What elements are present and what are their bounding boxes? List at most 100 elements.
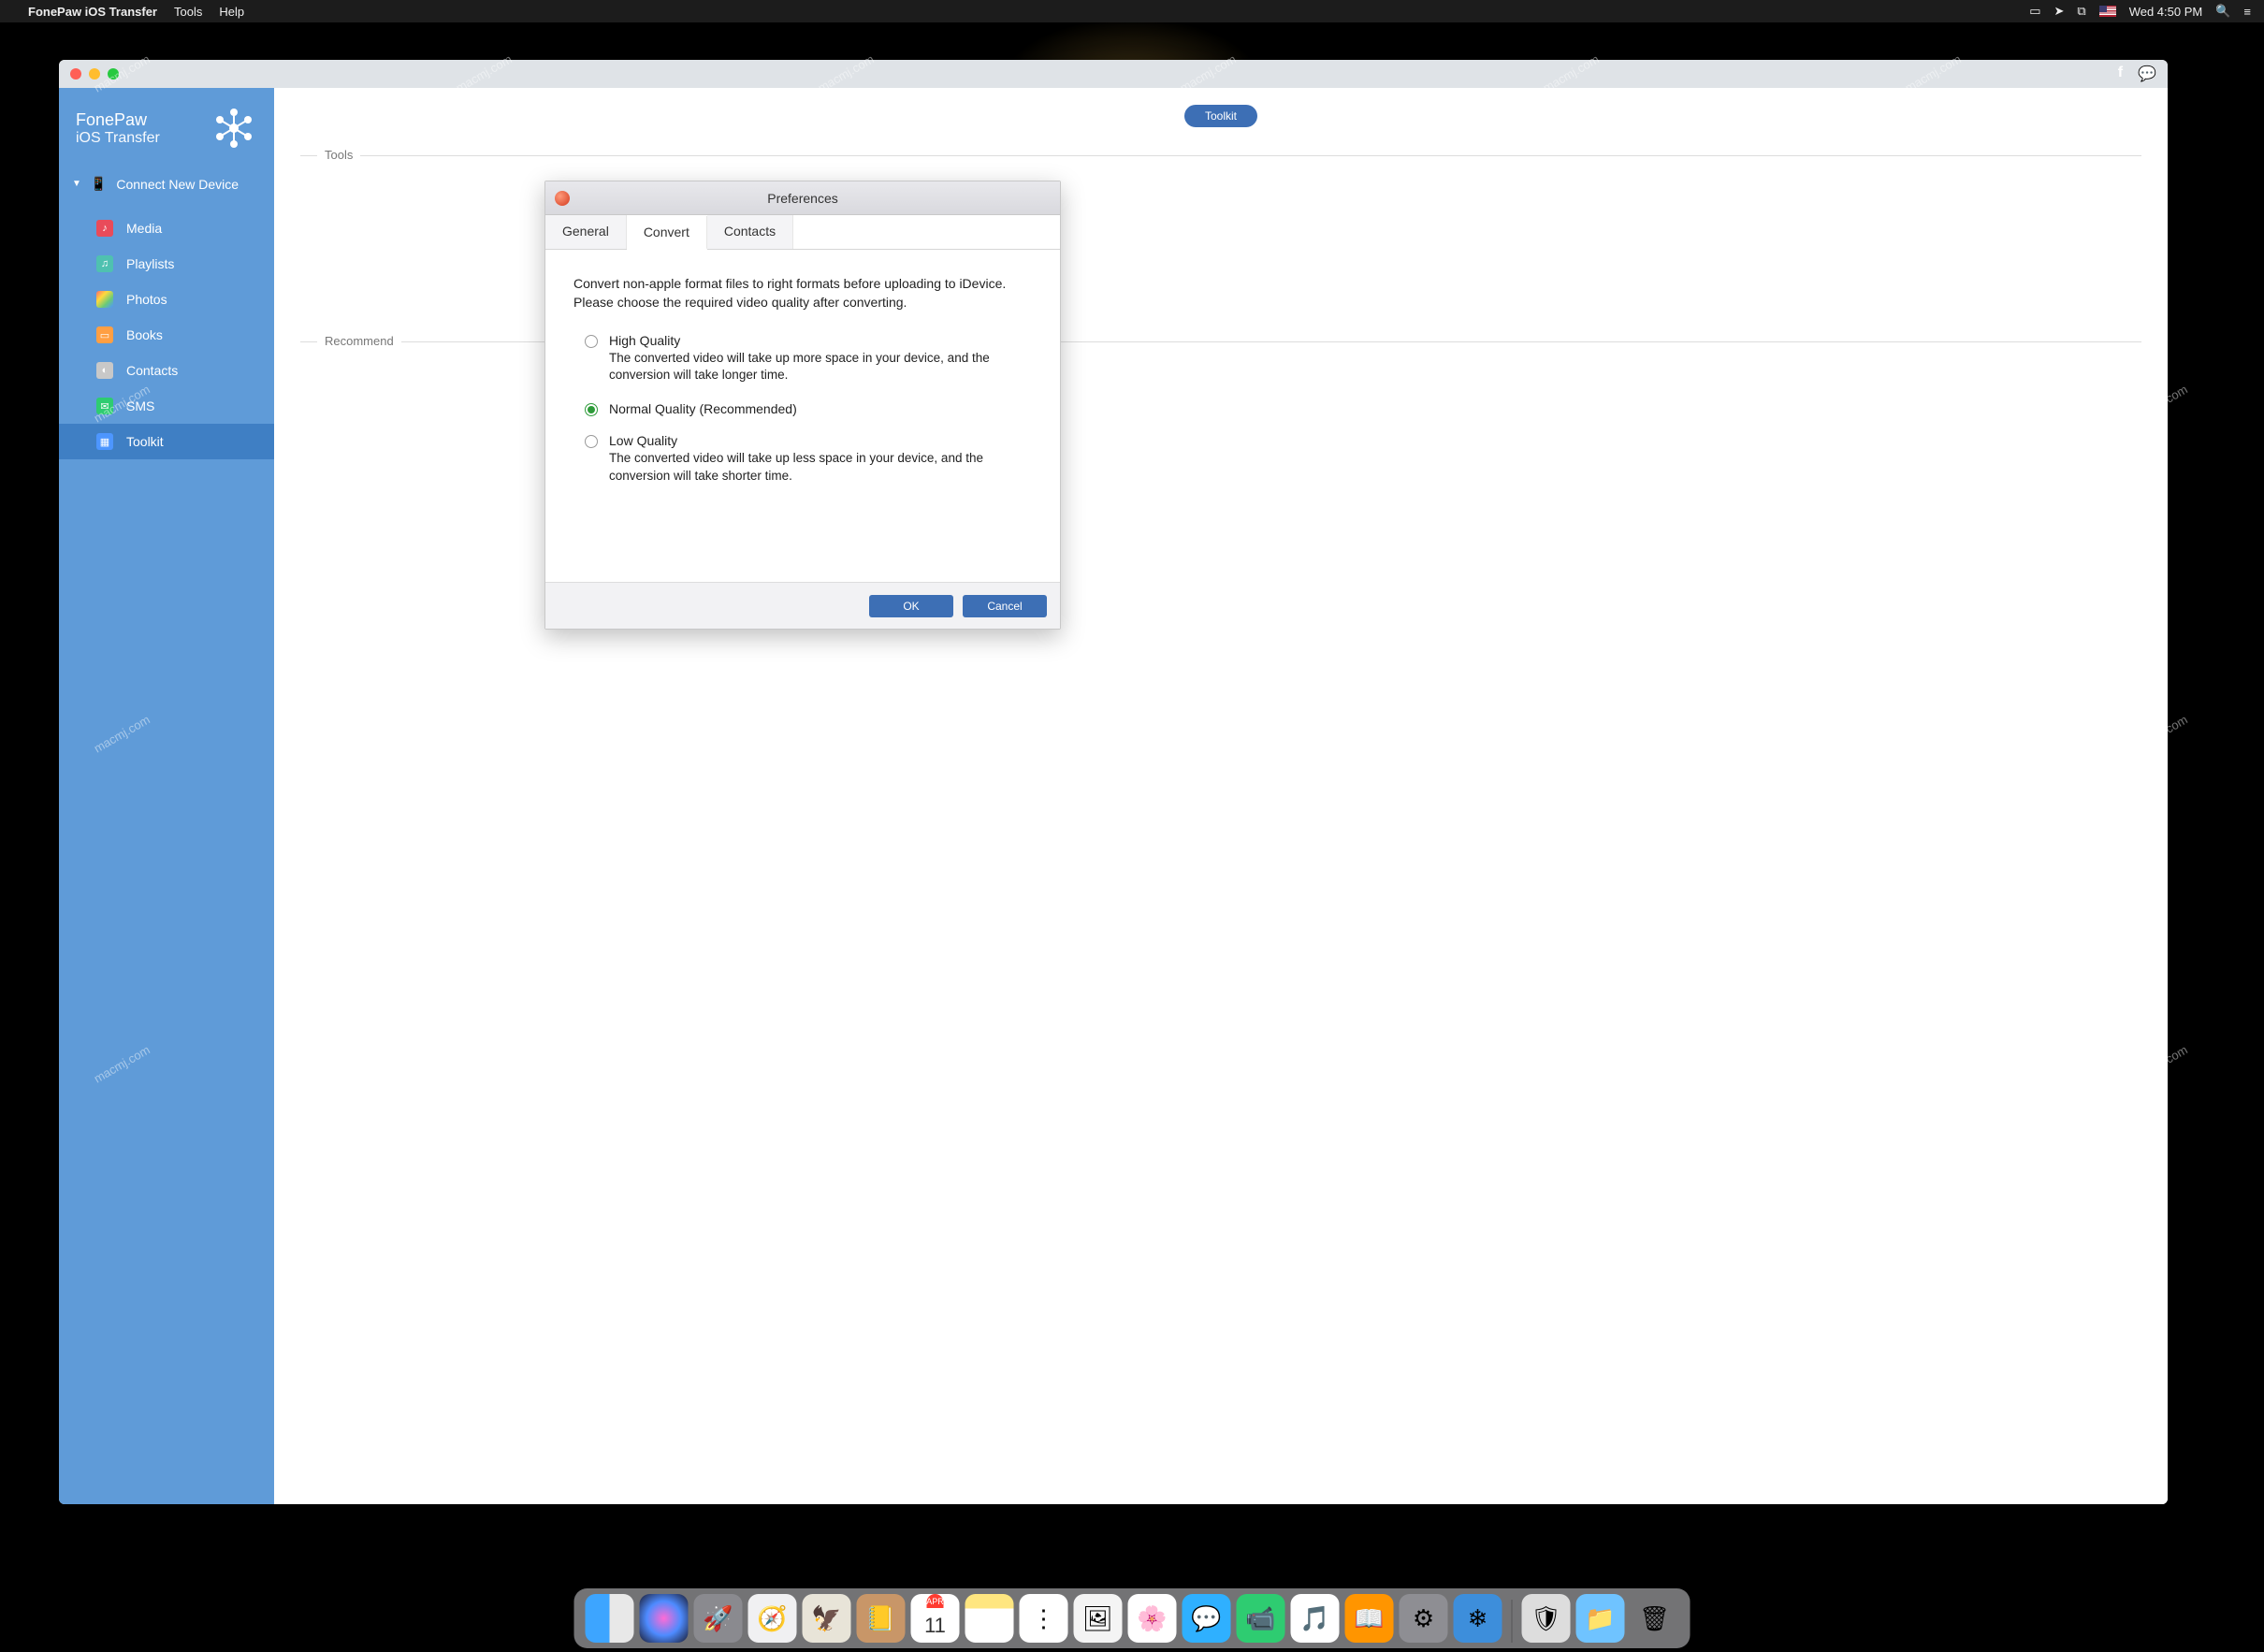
radio-icon	[585, 335, 598, 348]
input-flag-icon[interactable]	[2099, 6, 2116, 17]
menu-help[interactable]: Help	[219, 5, 244, 19]
dock-photos-icon[interactable]: 🌸	[1128, 1594, 1177, 1643]
radio-title: High Quality	[609, 333, 1032, 348]
dock-separator	[1512, 1600, 1513, 1643]
dialog-content: Convert non-apple format files to right …	[545, 250, 1060, 582]
caret-down-icon: ▼	[72, 179, 81, 189]
sidebar-item-toolkit[interactable]: ▦ Toolkit	[59, 424, 274, 459]
tab-contacts[interactable]: Contacts	[707, 215, 793, 249]
list-icon[interactable]: ≡	[2243, 5, 2251, 19]
calendar-day: 11	[924, 1608, 946, 1643]
contacts-icon: ◐	[96, 362, 113, 379]
nav-label: SMS	[126, 399, 154, 413]
sidebar-item-books[interactable]: ▭ Books	[59, 317, 274, 353]
dialog-titlebar: Preferences	[545, 181, 1060, 215]
dock-settings-icon[interactable]: ⚙	[1400, 1594, 1448, 1643]
toolkit-icon: ▦	[96, 433, 113, 450]
menubar-app-name[interactable]: FonePaw iOS Transfer	[28, 5, 157, 19]
search-icon[interactable]: 🔍	[2215, 4, 2230, 19]
window-minimize-button[interactable]	[89, 68, 100, 80]
display-icon[interactable]: ▭	[2029, 4, 2040, 19]
connect-device-label: Connect New Device	[116, 177, 239, 192]
nav-label: Books	[126, 327, 163, 342]
playlist-icon: ♫	[96, 255, 113, 272]
window-close-button[interactable]	[70, 68, 81, 80]
sidebar-item-media[interactable]: ♪ Media	[59, 210, 274, 246]
radio-title: Normal Quality (Recommended)	[609, 401, 797, 416]
toolkit-pill-button[interactable]: Toolkit	[1184, 105, 1257, 127]
tools-section-label: Tools	[317, 148, 360, 162]
dock-folder-icon[interactable]: 📁	[1576, 1594, 1625, 1643]
window-maximize-button[interactable]	[108, 68, 119, 80]
brand-logo-icon	[210, 105, 257, 152]
radio-icon	[585, 435, 598, 448]
dock-app-icon[interactable]: 🛡	[1522, 1594, 1571, 1643]
dock-contacts-icon[interactable]: 📒	[857, 1594, 906, 1643]
tab-convert[interactable]: Convert	[627, 216, 707, 250]
dock-itunes-icon[interactable]: 🎵	[1291, 1594, 1340, 1643]
dock-calendar-icon[interactable]: APR11	[911, 1594, 960, 1643]
nav-label: Photos	[126, 292, 167, 307]
music-icon: ♪	[96, 220, 113, 237]
dialog-title: Preferences	[767, 191, 837, 206]
ok-button[interactable]: OK	[869, 595, 953, 617]
preferences-dialog: Preferences General Convert Contacts Con…	[544, 181, 1061, 630]
dock: 🚀 🧭 🦅 📒 APR11 ⋮ 🖼 🌸 💬 📹 🎵 📖 ⚙ ❄ 🛡 📁 🗑	[574, 1588, 1691, 1648]
nav-label: Contacts	[126, 363, 178, 378]
mac-menubar: FonePaw iOS Transfer Tools Help ▭ ➤ ⧉ We…	[0, 0, 2264, 22]
screen-icon[interactable]: ⧉	[2077, 4, 2085, 19]
nav-label: Toolkit	[126, 434, 164, 449]
chat-icon[interactable]: 💬	[2138, 65, 2156, 83]
app-window: f 💬 FonePaw iOS Transfer ▼ 📱 Connect New…	[59, 60, 2168, 1504]
convert-description: Convert non-apple format files to right …	[573, 274, 1032, 312]
dock-ibooks-icon[interactable]: 📖	[1345, 1594, 1394, 1643]
radio-subtitle: The converted video will take up more sp…	[609, 350, 1032, 385]
dock-reminders-icon[interactable]: ⋮	[1020, 1594, 1068, 1643]
facebook-icon[interactable]: f	[2118, 65, 2123, 83]
cancel-button[interactable]: Cancel	[963, 595, 1047, 617]
dock-safari-icon[interactable]: 🧭	[748, 1594, 797, 1643]
radio-title: Low Quality	[609, 433, 1032, 448]
photos-icon	[96, 291, 113, 308]
radio-high-quality[interactable]: High Quality The converted video will ta…	[573, 333, 1032, 385]
sidebar-nav: ♪ Media ♫ Playlists Photos ▭ Books ◐ Contact…	[59, 210, 274, 459]
brand-block: FonePaw iOS Transfer	[59, 97, 274, 168]
sidebar: FonePaw iOS Transfer ▼ 📱 Connect New Dev…	[59, 88, 274, 1504]
main-content: Toolkit Tools Restore Contacts	[274, 88, 2168, 1504]
nav-label: Playlists	[126, 256, 174, 271]
dock-mail-icon[interactable]: 🦅	[803, 1594, 851, 1643]
radio-icon	[585, 403, 598, 416]
dock-notes-icon[interactable]	[965, 1594, 1014, 1643]
tab-general[interactable]: General	[545, 215, 627, 249]
dock-facetime-icon[interactable]: 📹	[1237, 1594, 1285, 1643]
sidebar-item-contacts[interactable]: ◐ Contacts	[59, 353, 274, 388]
window-titlebar: f 💬	[59, 60, 2168, 88]
radio-normal-quality[interactable]: Normal Quality (Recommended)	[573, 401, 1032, 416]
calendar-month: APR	[926, 1594, 944, 1608]
sidebar-item-sms[interactable]: ✉ SMS	[59, 388, 274, 424]
books-icon: ▭	[96, 326, 113, 343]
nav-label: Media	[126, 221, 162, 236]
sidebar-item-playlists[interactable]: ♫ Playlists	[59, 246, 274, 282]
radio-low-quality[interactable]: Low Quality The converted video will tak…	[573, 433, 1032, 485]
dock-trash-icon[interactable]: 🗑	[1631, 1594, 1679, 1643]
menubar-status-area: ▭ ➤ ⧉ Wed 4:50 PM 🔍 ≡	[2029, 4, 2251, 19]
window-traffic-lights	[70, 68, 119, 80]
dialog-footer: OK Cancel	[545, 582, 1060, 629]
brand-name: FonePaw	[76, 110, 160, 130]
dock-messages-icon[interactable]: 💬	[1183, 1594, 1231, 1643]
cursor-icon[interactable]: ➤	[2054, 4, 2064, 19]
sms-icon: ✉	[96, 398, 113, 414]
sidebar-item-photos[interactable]: Photos	[59, 282, 274, 317]
dock-siri-icon[interactable]	[640, 1594, 689, 1643]
dock-fonepaw-icon[interactable]: ❄	[1454, 1594, 1502, 1643]
menubar-clock[interactable]: Wed 4:50 PM	[2129, 5, 2203, 19]
dialog-app-icon	[555, 191, 570, 206]
radio-subtitle: The converted video will take up less sp…	[609, 450, 1032, 485]
dock-finder-icon[interactable]	[586, 1594, 634, 1643]
connect-device-row[interactable]: ▼ 📱 Connect New Device	[59, 168, 274, 199]
dock-preview-icon[interactable]: 🖼	[1074, 1594, 1123, 1643]
brand-subtitle: iOS Transfer	[76, 130, 160, 147]
dock-launchpad-icon[interactable]: 🚀	[694, 1594, 743, 1643]
menu-tools[interactable]: Tools	[174, 5, 202, 19]
